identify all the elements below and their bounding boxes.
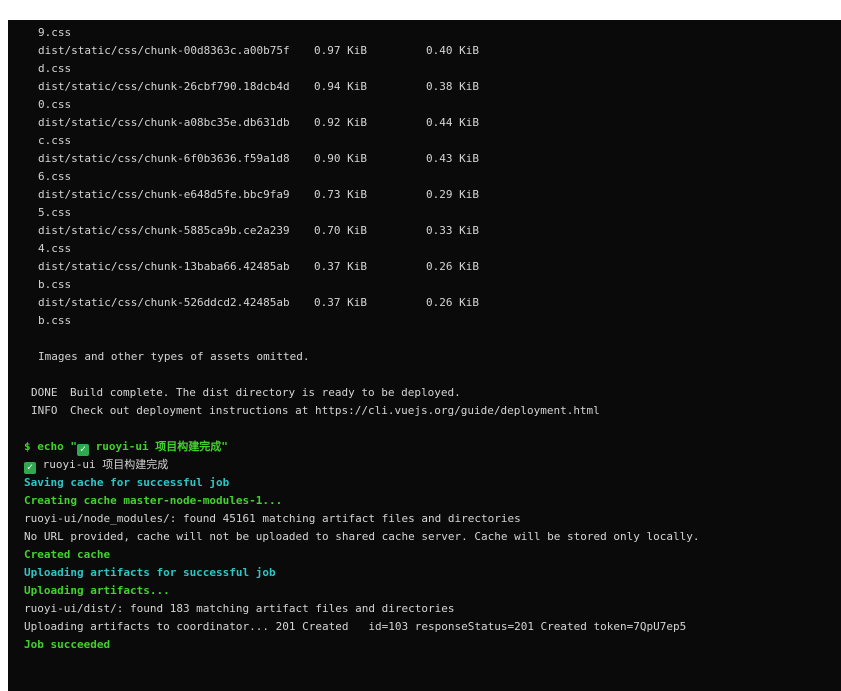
asset-row: dist/static/css/chunk-a08bc35e.db631db 0… — [8, 114, 479, 132]
asset-row: d.css — [8, 60, 71, 78]
asset-size: 0.92 KiB — [314, 116, 367, 129]
asset-size: 0.73 KiB — [314, 188, 367, 201]
log-line: Job succeeded — [8, 636, 110, 654]
log-line: Created cache — [8, 546, 110, 564]
asset-row: dist/static/css/chunk-e648d5fe.bbc9fa9 0… — [8, 186, 479, 204]
asset-row: 6.css — [8, 168, 71, 186]
asset-size: 0.70 KiB — [314, 224, 367, 237]
build-done-line: DONE Build complete. The dist directory … — [8, 384, 461, 402]
asset-file: dist/static/css/chunk-13baba66.42485ab — [38, 260, 290, 273]
asset-row: dist/static/css/chunk-5885ca9b.ce2a239 0… — [8, 222, 479, 240]
done-message: Build complete. The dist directory is re… — [70, 386, 461, 399]
info-message: Check out deployment instructions at htt… — [70, 404, 600, 417]
echo-command-message: ruoyi-ui 项目构建完成" — [88, 440, 228, 453]
log-line: Uploading artifacts... — [8, 582, 170, 600]
log-line: Creating cache master-node-modules-1... — [8, 492, 282, 510]
echo-output-message: ruoyi-ui 项目构建完成 — [36, 458, 169, 471]
asset-file-cont: b.css — [38, 278, 72, 291]
asset-size: 0.94 KiB — [314, 80, 367, 93]
asset-row: dist/static/css/chunk-26cbf790.18dcb4d 0… — [8, 78, 479, 96]
coordinator-text: Uploading artifacts to coordinator... 20… — [24, 620, 687, 633]
asset-row: dist/static/css/chunk-526ddcd2.42485ab 0… — [8, 294, 479, 312]
info-tag: INFO — [31, 404, 58, 417]
asset-row: c.css — [8, 132, 71, 150]
asset-row: dist/static/css/chunk-6f0b3636.f59a1d8 0… — [8, 150, 479, 168]
log-line: Uploading artifacts to coordinator... 20… — [8, 618, 686, 636]
asset-file-cont: 5.css — [38, 206, 72, 219]
echo-output-text: ✓ ruoyi-ui 项目构建完成 — [24, 456, 168, 474]
asset-gzipped: 0.44 KiB — [426, 116, 479, 129]
asset-size: 0.97 KiB — [314, 44, 367, 57]
asset-file: dist/static/css/chunk-26cbf790.18dcb4d — [38, 80, 290, 93]
asset-file: dist/static/css/chunk-e648d5fe.bbc9fa9 — [38, 188, 290, 201]
asset-file-cont: d.css — [38, 62, 72, 75]
asset-file: dist/static/css/chunk-526ddcd2.42485ab — [38, 296, 290, 309]
asset-row: 4.css — [8, 240, 71, 258]
asset-gzipped: 0.26 KiB — [426, 296, 479, 309]
asset-size: 0.37 KiB — [314, 260, 367, 273]
asset-size: 0.90 KiB — [314, 152, 367, 165]
log-line: Uploading artifacts for successful job — [8, 564, 276, 582]
asset-gzipped: 0.33 KiB — [426, 224, 479, 237]
asset-file: dist/static/css/chunk-00d8363c.a00b75f — [38, 44, 290, 57]
asset-file-cont: 9.css — [38, 26, 72, 39]
asset-row: 5.css — [8, 204, 71, 222]
node-modules-found-text: ruoyi-ui/node_modules/: found 45161 matc… — [24, 512, 521, 525]
uploading-artifacts-text: Uploading artifacts... — [24, 584, 170, 597]
asset-gzipped: 0.40 KiB — [426, 44, 479, 57]
asset-file-cont: 6.css — [38, 170, 72, 183]
creating-cache-text: Creating cache master-node-modules-1... — [24, 494, 283, 507]
omitted-note-text: Images and other types of assets omitted… — [38, 350, 310, 363]
echo-output: ✓ ruoyi-ui 项目构建完成 — [8, 456, 168, 474]
dist-found-text: ruoyi-ui/dist/: found 183 matching artif… — [24, 602, 455, 615]
asset-row: b.css — [8, 312, 71, 330]
asset-gzipped: 0.29 KiB — [426, 188, 479, 201]
asset-gzipped: 0.38 KiB — [426, 80, 479, 93]
log-line: No URL provided, cache will not be uploa… — [8, 528, 700, 546]
job-succeeded-text: Job succeeded — [24, 638, 111, 651]
asset-file: dist/static/css/chunk-5885ca9b.ce2a239 — [38, 224, 290, 237]
asset-row: dist/static/css/chunk-00d8363c.a00b75f 0… — [8, 42, 479, 60]
saving-cache-text: Saving cache for successful job — [24, 476, 230, 489]
check-mark-icon: ✓ — [24, 462, 36, 474]
asset-file-cont: b.css — [38, 314, 72, 327]
done-tag: DONE — [31, 386, 58, 399]
no-url-text: No URL provided, cache will not be uploa… — [24, 530, 700, 543]
asset-file: dist/static/css/chunk-a08bc35e.db631db — [38, 116, 290, 129]
asset-file-cont: c.css — [38, 134, 72, 147]
terminal-output[interactable]: 9.css dist/static/css/chunk-00d8363c.a00… — [8, 20, 841, 691]
log-line: Saving cache for successful job — [8, 474, 229, 492]
asset-gzipped: 0.26 KiB — [426, 260, 479, 273]
echo-command-prefix: $ echo " — [24, 440, 77, 453]
check-mark-icon: ✓ — [76, 444, 89, 456]
asset-file-cont: 0.css — [38, 98, 72, 111]
echo-command-text: $ echo " ✓ ruoyi-ui 项目构建完成" — [24, 438, 228, 456]
log-line: ruoyi-ui/node_modules/: found 45161 matc… — [8, 510, 521, 528]
omitted-note: Images and other types of assets omitted… — [8, 348, 310, 366]
log-line: ruoyi-ui/dist/: found 183 matching artif… — [8, 600, 454, 618]
asset-gzipped: 0.43 KiB — [426, 152, 479, 165]
asset-file: dist/static/css/chunk-6f0b3636.f59a1d8 — [38, 152, 290, 165]
asset-row: b.css — [8, 276, 71, 294]
asset-row: dist/static/css/chunk-13baba66.42485ab 0… — [8, 258, 479, 276]
asset-row: 0.css — [8, 96, 71, 114]
asset-size: 0.37 KiB — [314, 296, 367, 309]
echo-command: $ echo " ✓ ruoyi-ui 项目构建完成" — [8, 438, 228, 456]
created-cache-text: Created cache — [24, 548, 111, 561]
asset-file-cont: 4.css — [38, 242, 72, 255]
uploading-success-text: Uploading artifacts for successful job — [24, 566, 276, 579]
asset-row: 9.css — [8, 24, 71, 42]
info-line: INFO Check out deployment instructions a… — [8, 402, 600, 420]
